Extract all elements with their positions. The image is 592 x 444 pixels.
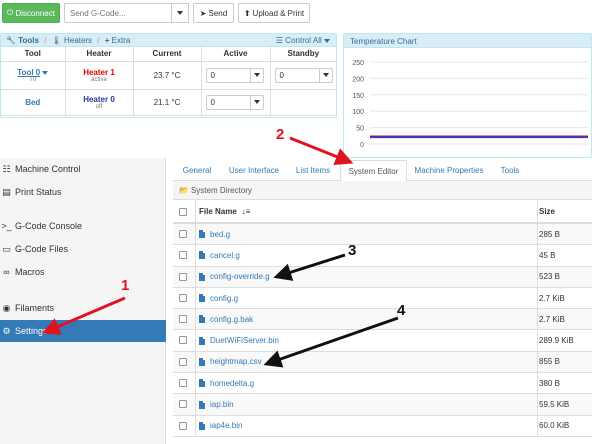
annotation-layer <box>41 136 399 368</box>
annotation-arrow-2 <box>289 136 354 166</box>
annotation-arrow-3 <box>273 253 346 281</box>
annotation-number-2: 2 <box>276 126 285 143</box>
annotation-number-1: 1 <box>121 277 130 294</box>
annotation-arrow-4 <box>263 316 399 368</box>
annotation-number-3: 3 <box>348 242 357 259</box>
annotation-arrow-1 <box>41 296 126 335</box>
annotation-number-4: 4 <box>397 302 406 319</box>
